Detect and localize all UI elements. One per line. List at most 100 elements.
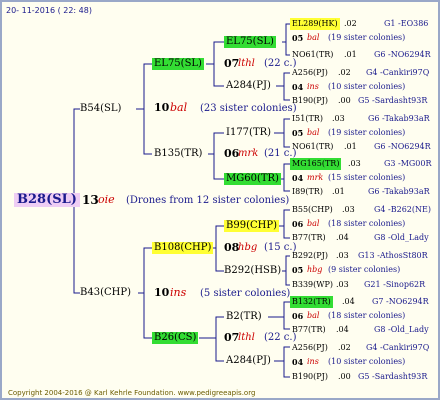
father-generation: 10 [154, 286, 170, 299]
generation-code: G3 -MG00R [384, 159, 432, 168]
value-label: .01 [344, 142, 357, 151]
queen-label[interactable]: B55(CHP) [292, 204, 333, 216]
gen-label: 05 [292, 33, 304, 43]
generation-code: G1 -EO386 [384, 19, 429, 28]
value-label: .02 [338, 343, 351, 352]
value-label: .01 [344, 50, 357, 59]
generation-code: G6 -Takab93aR [368, 114, 430, 123]
note-label: (18 sister colonies) [328, 311, 406, 320]
value-label: .02 [338, 68, 351, 77]
race-label: hbg [238, 242, 258, 253]
note-label: (18 sister colonies) [328, 219, 406, 228]
queen-box[interactable]: B99(CHP) [224, 220, 279, 232]
mother-queen[interactable]: B54(SL) [80, 103, 121, 115]
generation-code: G4 -B262(NE) [374, 205, 431, 214]
generation-code: G8 -Old_Lady [374, 325, 429, 334]
race-label: mrk [307, 173, 324, 182]
generation-code: G5 -Sardasht93R [358, 372, 428, 381]
drone-label[interactable]: B77(TR) [292, 324, 326, 336]
father-sire-box[interactable]: B26(CS) [152, 332, 199, 344]
copyright-footer: Copyright 2004-2016 @ Karl Kehrle Founda… [8, 389, 256, 397]
note-label: (19 sister colonies) [328, 128, 406, 137]
value-label: .03 [332, 114, 345, 123]
gen-label: 04 [292, 357, 304, 367]
value-label: .03 [342, 205, 355, 214]
drone-label[interactable]: B339(WP) [292, 279, 333, 291]
queen-label[interactable]: A284(PJ) [226, 355, 271, 367]
queen-box[interactable]: MG60(TR) [224, 173, 281, 185]
generation-code: G7 -NO6294R [372, 297, 429, 306]
root-note: (Drones from 12 sister colonies) [126, 195, 290, 206]
drone-label[interactable]: I89(TR) [292, 186, 323, 198]
gen-label: 05 [292, 265, 304, 275]
generation-code: G4 -Cankiri97Q [366, 343, 430, 352]
queen-label[interactable]: I177(TR) [226, 127, 271, 139]
root-queen[interactable]: B28(SL) [14, 193, 80, 207]
race-label: ins [307, 357, 319, 366]
queen-box[interactable]: MG165(TR) [290, 158, 342, 170]
queen-label[interactable]: I51(TR) [292, 113, 323, 125]
mother-race: bal [170, 101, 188, 114]
note-label: (19 sister colonies) [328, 33, 406, 42]
mother-dam-box[interactable]: EL75(SL) [152, 58, 204, 70]
value-label: .04 [336, 325, 349, 334]
race-label: lthl [238, 58, 255, 69]
race-label: bal [307, 33, 320, 42]
generation-code: G6 -NO6294R [374, 142, 431, 151]
root-race: oie [98, 193, 115, 206]
gen-label: 06 [292, 219, 304, 229]
father-note: (5 sister colonies) [200, 288, 291, 299]
value-label: .04 [336, 233, 349, 242]
queen-box[interactable]: B132(TR) [290, 296, 333, 308]
mother-generation: 10 [154, 101, 170, 114]
father-dam-box[interactable]: B108(CHP) [152, 242, 214, 254]
queen-label[interactable]: B292(PJ) [292, 250, 328, 262]
race-label: bal [307, 311, 320, 320]
queen-label[interactable]: A284(PJ) [226, 80, 271, 92]
race-label: ins [307, 82, 319, 91]
drone-label[interactable]: NO61(TR) [292, 49, 333, 61]
race-label: hbg [307, 265, 323, 274]
value-label: .01 [332, 187, 345, 196]
race-label: lthl [238, 332, 255, 343]
value-label: .03 [348, 159, 361, 168]
generation-code: G4 -Cankiri97Q [366, 68, 430, 77]
queen-box[interactable]: EL75(SL) [224, 36, 276, 48]
gen-label: 06 [292, 311, 304, 321]
note-label: (15 sister colonies) [328, 173, 406, 182]
queen-label[interactable]: A256(PJ) [292, 67, 328, 79]
drone-label[interactable]: B190(PJ) [292, 95, 328, 107]
queen-label[interactable]: B2(TR) [226, 311, 262, 323]
queen-label[interactable]: A256(PJ) [292, 342, 328, 354]
queen-box[interactable]: EL289(HK) [290, 18, 340, 30]
father-race: ins [170, 286, 187, 299]
drone-label[interactable]: B190(PJ) [292, 371, 328, 383]
value-label: .00 [338, 372, 351, 381]
generation-code: G6 -NO6294R [374, 50, 431, 59]
gen-label: 04 [292, 173, 304, 183]
mother-sire[interactable]: B135(TR) [154, 148, 202, 160]
mother-note: (23 sister colonies) [200, 103, 297, 114]
drone-label[interactable]: NO61(TR) [292, 141, 333, 153]
generation-code: G6 -Takab93aR [368, 187, 430, 196]
note-label: (10 sister colonies) [328, 82, 406, 91]
generation-code: G8 -Old_Lady [374, 233, 429, 242]
note-label: (9 sister colonies) [328, 265, 401, 274]
race-label: mrk [238, 148, 259, 159]
generation-code: G5 -Sardasht93R [358, 96, 428, 105]
value-label: .00 [338, 96, 351, 105]
note-label: (10 sister colonies) [328, 357, 406, 366]
drone-label[interactable]: B77(TR) [292, 232, 326, 244]
value-label: .03 [336, 251, 349, 260]
gen-label: 04 [292, 82, 304, 92]
value-label: .04 [342, 297, 355, 306]
root-generation: 13 [82, 193, 99, 207]
pedigree-chart: 20- 11-2016 ( 22: 48) B28(SL) 13 oie (Dr… [0, 0, 440, 400]
father-queen[interactable]: B43(CHP) [80, 287, 131, 299]
generation-code: G13 -AthosSt80R [358, 251, 428, 260]
race-label: bal [307, 219, 320, 228]
race-label: bal [307, 128, 320, 137]
queen-label[interactable]: B292(HSB) [224, 265, 281, 277]
generation-code: G21 -Sinop62R [364, 280, 426, 289]
date-stamp: 20- 11-2016 ( 22: 48) [6, 6, 92, 15]
